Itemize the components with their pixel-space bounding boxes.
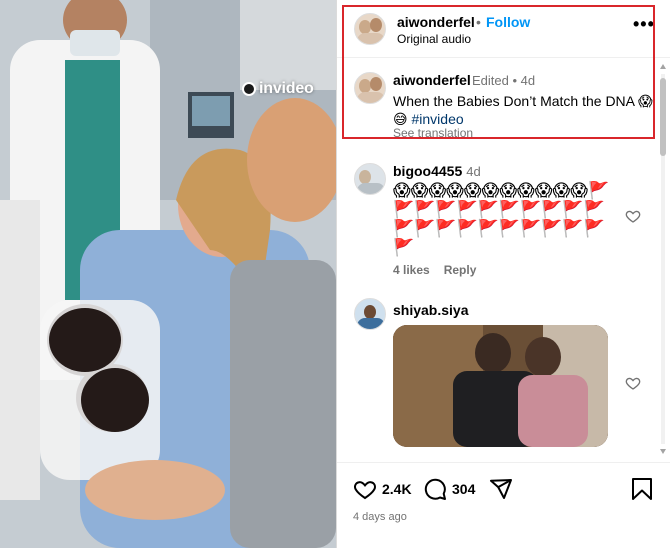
watermark-text: invideo xyxy=(259,80,314,97)
invideo-watermark: invideo xyxy=(242,80,314,98)
scroll-up-arrow-icon[interactable] xyxy=(660,64,666,69)
comment-likes[interactable]: 4 likes xyxy=(393,263,430,277)
caption-meta: Edited • 4d xyxy=(472,73,536,88)
caption-avatar[interactable] xyxy=(354,72,386,104)
comment-meta: 4 likes Reply xyxy=(393,263,490,277)
separator-dot: • xyxy=(476,14,481,30)
caption-text: When the Babies Don’t Match the DNA 😱😅 #… xyxy=(393,92,653,128)
share-send-icon[interactable] xyxy=(489,477,513,501)
gif-image xyxy=(393,325,608,447)
comment-like-heart-icon[interactable] xyxy=(625,375,641,391)
invideo-logo-icon xyxy=(242,82,256,96)
commenter-avatar[interactable] xyxy=(354,298,386,330)
scroll-thumb[interactable] xyxy=(660,78,666,156)
comment-text: 😱😱😱😱😱😱😱😱😱😱😱🚩🚩🚩🚩🚩🚩🚩🚩🚩🚩🚩🚩🚩🚩🚩🚩🚩🚩🚩🚩🚩🚩 xyxy=(393,181,610,257)
comment-bubble-icon[interactable] xyxy=(423,477,447,501)
post-panel: aiwonderfel • Follow Original audio ••• … xyxy=(336,0,670,548)
reel-video[interactable]: invideo xyxy=(0,0,336,548)
comment-username[interactable]: shiyab.siya xyxy=(393,302,469,318)
original-audio-link[interactable]: Original audio xyxy=(397,32,471,46)
more-options-button[interactable]: ••• xyxy=(633,14,655,35)
comment-like-heart-icon[interactable] xyxy=(625,208,641,224)
like-heart-icon[interactable] xyxy=(353,477,377,501)
scroll-down-arrow-icon[interactable] xyxy=(660,449,666,454)
commenter-avatar[interactable] xyxy=(354,163,386,195)
post-date[interactable]: 4 days ago xyxy=(353,511,407,523)
post-header: aiwonderfel • Follow Original audio ••• xyxy=(337,0,670,58)
comment-reply-button[interactable]: Reply xyxy=(444,263,477,277)
comment-gif[interactable] xyxy=(393,325,608,447)
caption-hashtag[interactable]: #invideo xyxy=(412,111,464,127)
comment-count[interactable]: 304 xyxy=(452,481,475,497)
comment-time: 4d xyxy=(466,164,481,179)
like-count[interactable]: 2.4K xyxy=(382,481,412,497)
comments-scrollbar[interactable] xyxy=(659,64,667,454)
author-avatar[interactable] xyxy=(354,13,386,45)
post-actions: 2.4K 304 4 days ago xyxy=(337,462,670,548)
save-bookmark-icon[interactable] xyxy=(631,477,653,501)
caption-username[interactable]: aiwonderfel xyxy=(393,72,471,88)
see-translation-link[interactable]: See translation xyxy=(393,126,473,140)
comment-username-text[interactable]: bigoo4455 xyxy=(393,163,462,179)
comment-username[interactable]: bigoo4455 4d xyxy=(393,163,481,179)
follow-button[interactable]: Follow xyxy=(486,14,530,30)
author-username[interactable]: aiwonderfel xyxy=(397,14,475,30)
